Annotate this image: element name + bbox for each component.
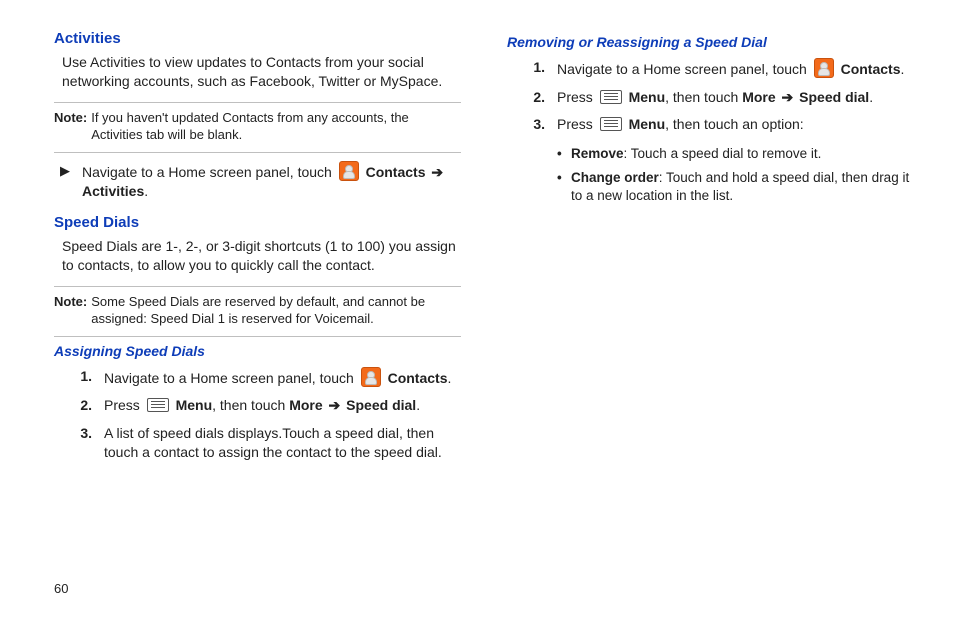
step2-press: Press [104,397,144,413]
page-number: 60 [54,581,68,596]
list-item: 1. Navigate to a Home screen panel, touc… [523,58,914,80]
step-number: 1. [70,367,92,389]
arrow-icon [327,397,343,413]
action-pre: Navigate to a Home screen panel, touch [82,164,336,180]
b2-label: Change order [571,170,659,185]
r-step1-bold: Contacts [841,61,901,77]
list-item: 2. Press Menu, then touch More Speed dia… [70,396,461,416]
step-text: A list of speed dials displays.Touch a s… [104,424,461,463]
triangle-icon: ▶ [60,162,70,202]
r-step2-speed: Speed dial [799,89,869,105]
note-label: Note: [54,109,87,144]
bullet-text: Change order: Touch and hold a speed dia… [571,169,914,205]
removing-steps: 1. Navigate to a Home screen panel, touc… [523,58,914,135]
action-period: . [144,183,148,199]
step-number: 1. [523,58,545,80]
r-step2-menu: Menu [629,89,666,105]
assigning-steps: 1. Navigate to a Home screen panel, touc… [70,367,461,463]
removing-heading: Removing or Reassigning a Speed Dial [507,34,914,50]
activities-action: ▶ Navigate to a Home screen panel, touch… [60,161,461,202]
step1-bold: Contacts [388,370,448,386]
menu-icon [600,90,622,104]
list-item: Remove: Touch a speed dial to remove it. [557,145,914,163]
note-text: If you haven't updated Contacts from any… [91,109,461,144]
step2-menu: Menu [176,397,213,413]
r-step2-mid: , then touch [665,89,742,105]
r-step1-period: . [901,61,905,77]
speed-dials-body: Speed Dials are 1-, 2-, or 3-digit short… [62,237,461,276]
step2-period: . [416,397,420,413]
note-text: Some Speed Dials are reserved by default… [91,293,461,328]
step-number: 3. [70,424,92,463]
list-item: 2. Press Menu, then touch More Speed dia… [523,88,914,108]
right-column: Removing or Reassigning a Speed Dial 1. … [507,28,914,473]
removing-options: Remove: Touch a speed dial to remove it.… [557,145,914,206]
action-activities: Activities [82,183,144,199]
step-text: Navigate to a Home screen panel, touch C… [557,58,914,80]
r-step1-pre: Navigate to a Home screen panel, touch [557,61,811,77]
b1-text: : Touch a speed dial to remove it. [624,146,822,161]
step-number: 2. [523,88,545,108]
step2-mid: , then touch [212,397,289,413]
note-label: Note: [54,293,87,328]
list-item: 1. Navigate to a Home screen panel, touc… [70,367,461,389]
action-text: Navigate to a Home screen panel, touch C… [82,161,461,202]
list-item: 3. A list of speed dials displays.Touch … [70,424,461,463]
divider [54,102,461,103]
step-text: Press Menu, then touch More Speed dial. [557,88,914,108]
page-columns: Activities Use Activities to view update… [54,28,914,473]
r-step2-period: . [869,89,873,105]
r-step3-tail: , then touch an option: [665,116,804,132]
menu-icon [147,398,169,412]
step-text: Navigate to a Home screen panel, touch C… [104,367,461,389]
step1-pre: Navigate to a Home screen panel, touch [104,370,358,386]
activities-note: Note: If you haven't updated Contacts fr… [54,109,461,144]
activities-heading: Activities [54,30,461,47]
step2-more: More [289,397,322,413]
r-step3-press: Press [557,116,597,132]
step-number: 2. [70,396,92,416]
divider [54,152,461,153]
assigning-heading: Assigning Speed Dials [54,343,461,359]
speed-dials-note: Note: Some Speed Dials are reserved by d… [54,293,461,328]
contacts-icon [814,58,834,78]
action-contacts: Contacts [366,164,426,180]
step-number: 3. [523,115,545,135]
activities-body: Use Activities to view updates to Contac… [62,53,461,92]
left-column: Activities Use Activities to view update… [54,28,461,473]
speed-dials-heading: Speed Dials [54,214,461,231]
list-item: 3. Press Menu, then touch an option: [523,115,914,135]
arrow-icon [429,164,445,180]
list-item: Change order: Touch and hold a speed dia… [557,169,914,205]
divider [54,286,461,287]
step-text: Press Menu, then touch an option: [557,115,914,135]
arrow-icon [780,89,796,105]
step-text: Press Menu, then touch More Speed dial. [104,396,461,416]
b1-label: Remove [571,146,624,161]
contacts-icon [339,161,359,181]
r-step2-press: Press [557,89,597,105]
r-step3-menu: Menu [629,116,666,132]
step1-period: . [448,370,452,386]
menu-icon [600,117,622,131]
step2-speed: Speed dial [346,397,416,413]
r-step2-more: More [742,89,775,105]
divider [54,336,461,337]
contacts-icon [361,367,381,387]
bullet-text: Remove: Touch a speed dial to remove it. [571,145,821,163]
